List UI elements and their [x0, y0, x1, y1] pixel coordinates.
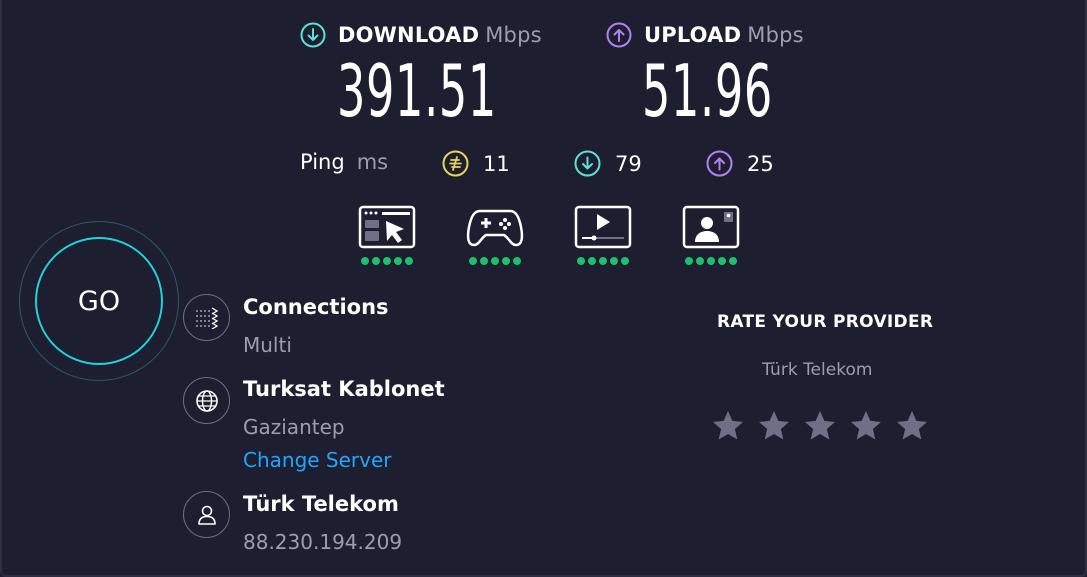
globe-icon-wrap	[183, 377, 230, 424]
download-header: DOWNLOAD Mbps	[300, 22, 542, 48]
arrow-up-circle-icon	[606, 22, 632, 48]
globe-icon	[195, 389, 218, 412]
experience-web-browsing[interactable]	[357, 205, 417, 269]
star-icon[interactable]	[894, 408, 930, 444]
ip-address: 88.230.194.209	[243, 530, 403, 554]
web-browsing-icon	[358, 205, 416, 249]
rate-provider-name: Türk Telekom	[762, 360, 873, 380]
star-icon[interactable]	[848, 408, 884, 444]
download-value: 391.51	[337, 49, 497, 133]
experience-video-streaming[interactable]	[573, 205, 633, 269]
connections-title: Connections	[243, 295, 389, 319]
arrow-down-circle-icon	[300, 22, 326, 48]
connections-icon	[195, 306, 218, 329]
upload-header: UPLOAD Mbps	[606, 22, 804, 48]
video-call-icon	[682, 205, 740, 249]
isp-name: Türk Telekom	[243, 492, 399, 516]
video-streaming-icon	[574, 205, 632, 249]
ping-upload: 25	[706, 150, 774, 177]
ping-download-value: 79	[615, 151, 642, 176]
user-icon	[197, 505, 216, 525]
experience-video-call[interactable]	[681, 205, 741, 269]
upload-unit: Mbps	[747, 23, 804, 47]
server-location: Gaziantep	[243, 415, 345, 439]
gaming-icon	[466, 209, 524, 247]
star-icon[interactable]	[710, 408, 746, 444]
ping-upload-value: 25	[747, 151, 774, 176]
server-name: Turksat Kablonet	[243, 377, 445, 401]
experience-gaming[interactable]	[465, 205, 525, 269]
connections-icon-wrap	[183, 294, 230, 341]
idle-latency-icon	[442, 150, 469, 177]
rating-dots	[685, 257, 737, 265]
rating-dots	[469, 257, 521, 265]
speedtest-panel: DOWNLOAD Mbps 391.51 UPLOAD Mbps 51.96 P…	[0, 0, 1087, 577]
upload-label: UPLOAD	[644, 23, 742, 47]
arrow-down-circle-icon	[574, 150, 601, 177]
upload-value: 51.96	[642, 49, 773, 133]
rating-stars	[710, 408, 930, 444]
download-label: DOWNLOAD	[338, 23, 480, 47]
ping-label: Ping	[300, 150, 345, 174]
rate-provider-title: RATE YOUR PROVIDER	[717, 312, 934, 332]
rating-dots	[361, 257, 413, 265]
arrow-up-circle-icon	[706, 150, 733, 177]
star-icon[interactable]	[756, 408, 792, 444]
rating-dots	[577, 257, 629, 265]
ping-idle-value: 11	[483, 151, 510, 176]
download-unit: Mbps	[485, 23, 542, 47]
user-icon-wrap	[183, 491, 230, 538]
ping-download: 79	[574, 150, 642, 177]
ping-label-group: Ping ms	[300, 150, 388, 174]
go-button[interactable]: GO	[35, 237, 163, 365]
connections-value[interactable]: Multi	[243, 333, 292, 357]
star-icon[interactable]	[802, 408, 838, 444]
ping-unit: ms	[356, 150, 389, 174]
change-server-link[interactable]: Change Server	[243, 448, 392, 472]
ping-idle: 11	[442, 150, 510, 177]
